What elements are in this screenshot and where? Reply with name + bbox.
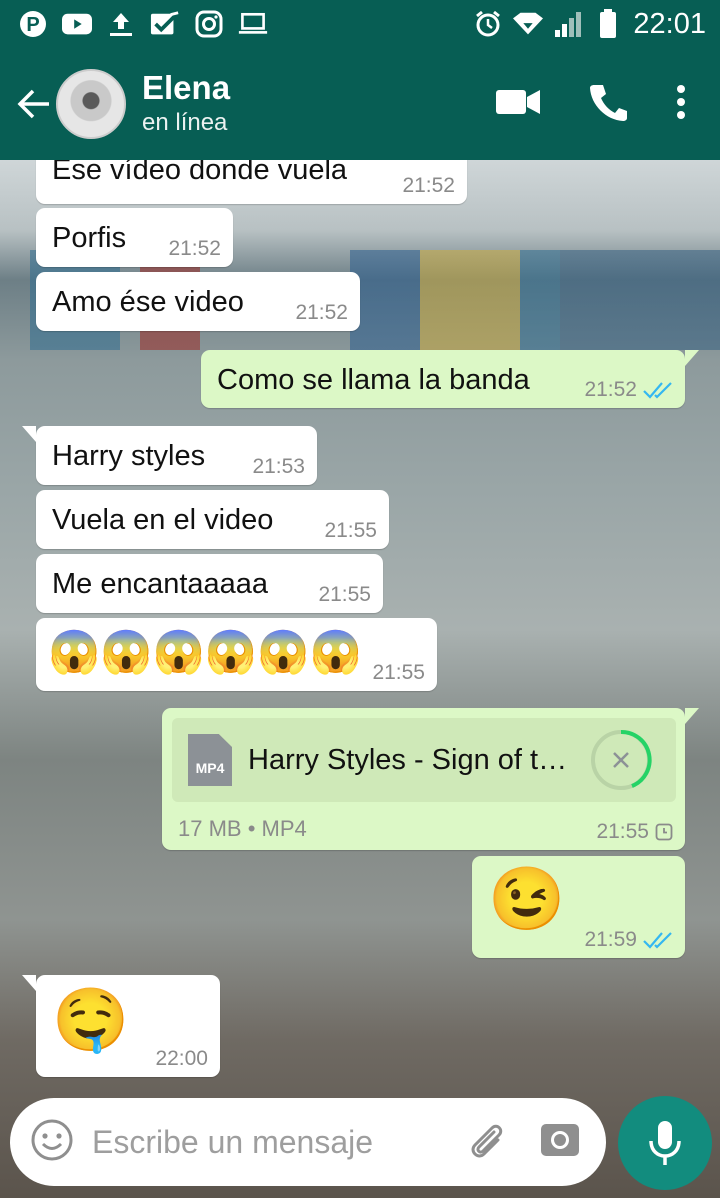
- clock-pending-icon: [655, 823, 673, 841]
- svg-text:P: P: [26, 14, 39, 36]
- message-text: Amo ése video: [52, 286, 244, 318]
- voice-message-button[interactable]: [618, 1096, 712, 1190]
- more-vert-icon: [677, 84, 685, 119]
- status-time: 22:01: [633, 7, 706, 40]
- voice-call-button[interactable]: [588, 82, 628, 127]
- message-text: Porfis: [52, 222, 127, 254]
- phone-icon: [590, 84, 627, 121]
- message-composer[interactable]: Escribe un mensaje: [10, 1098, 606, 1186]
- camera-icon: [541, 1123, 579, 1156]
- bubble-tail: [22, 975, 36, 991]
- message-incoming[interactable]: 😱😱😱😱😱😱 21:55: [36, 618, 437, 691]
- bubble-tail: [22, 426, 36, 442]
- message-text: Vuela en el video: [52, 504, 274, 536]
- file-message-outgoing[interactable]: MP4 Harry Styles - Sign of t… 17 MB • MP…: [162, 708, 699, 850]
- message-incoming[interactable]: 🤤 22:00: [22, 975, 220, 1077]
- message-text: Ese vídeo donde vuela: [52, 160, 348, 186]
- bubble-tail: [685, 350, 699, 366]
- signal-icon: [553, 9, 583, 39]
- message-emoji: 😉: [488, 865, 566, 934]
- alarm-icon: [473, 9, 503, 39]
- laptop-icon: [238, 9, 268, 39]
- file-name: Harry Styles - Sign of t…: [248, 743, 568, 776]
- double-check-read-icon: [643, 932, 672, 949]
- pinterest-icon: P: [18, 9, 48, 39]
- checkbox-icon: [150, 9, 180, 39]
- paperclip-icon: [471, 1124, 503, 1157]
- attach-button[interactable]: [464, 1118, 508, 1167]
- message-time: 22:00: [155, 1047, 208, 1070]
- back-button[interactable]: [14, 84, 54, 124]
- emoji-button[interactable]: [30, 1118, 74, 1167]
- message-incoming[interactable]: Ese vídeo donde vuela 21:52: [36, 160, 467, 204]
- message-time: 21:55: [318, 583, 371, 606]
- message-meta: 21:55: [596, 820, 673, 844]
- chat-header: Elena en línea: [0, 48, 720, 160]
- message-incoming[interactable]: Me encantaaaaa 21:55: [36, 554, 383, 613]
- message-time: 21:55: [596, 820, 649, 843]
- video-call-button[interactable]: [496, 87, 540, 122]
- more-options-button[interactable]: [676, 84, 686, 125]
- camera-button[interactable]: [540, 1120, 580, 1165]
- message-time: 21:55: [324, 519, 377, 542]
- mp4-file-icon: MP4: [188, 734, 232, 786]
- video-camera-icon: [496, 89, 540, 114]
- message-time: 21:55: [372, 661, 425, 684]
- message-text: Harry styles: [52, 440, 206, 472]
- message-time: 21:52: [168, 237, 221, 260]
- message-incoming[interactable]: Vuela en el video 21:55: [36, 490, 389, 549]
- smiley-icon: [31, 1119, 73, 1160]
- bubble-tail: [685, 708, 699, 724]
- contact-status: en línea: [142, 109, 228, 136]
- microphone-icon: [649, 1121, 681, 1165]
- message-time: 21:52: [402, 174, 455, 197]
- youtube-icon: [62, 9, 92, 39]
- instagram-icon: [194, 9, 224, 39]
- message-meta: 21:52: [584, 378, 673, 402]
- message-time: 21:52: [584, 378, 637, 401]
- message-text: Como se llama la banda: [217, 364, 530, 396]
- message-incoming[interactable]: Porfis 21:52: [36, 208, 233, 267]
- message-text: Me encantaaaaa: [52, 568, 269, 600]
- contact-info[interactable]: Elena en línea: [142, 69, 230, 139]
- arrow-left-icon: [17, 89, 49, 119]
- message-time: 21:53: [252, 455, 305, 478]
- upload-icon: [106, 9, 136, 39]
- message-incoming[interactable]: Harry styles 21:53: [22, 426, 317, 485]
- file-meta: 17 MB • MP4: [178, 816, 307, 841]
- contact-name: Elena: [142, 69, 231, 106]
- wifi-icon: [513, 9, 544, 39]
- avatar[interactable]: [56, 69, 126, 139]
- file-type-label: MP4: [195, 760, 225, 776]
- file-attachment[interactable]: MP4 Harry Styles - Sign of t…: [172, 718, 676, 802]
- message-time: 21:52: [295, 301, 348, 324]
- chat-area[interactable]: Ese vídeo donde vuela 21:52 Porfis 21:52…: [0, 160, 720, 1198]
- message-outgoing[interactable]: 😉 21:59: [472, 856, 685, 958]
- message-outgoing[interactable]: Como se llama la banda 21:52: [201, 350, 699, 408]
- message-incoming[interactable]: Amo ése video 21:52: [36, 272, 360, 331]
- message-emoji: 🤤: [52, 986, 130, 1055]
- message-emoji: 😱😱😱😱😱😱: [48, 628, 362, 675]
- message-meta: 21:59: [584, 928, 673, 952]
- double-check-read-icon: [643, 382, 672, 399]
- message-time: 21:59: [584, 928, 637, 951]
- message-input[interactable]: Escribe un mensaje: [92, 1124, 373, 1161]
- cancel-download-button[interactable]: [590, 729, 652, 791]
- battery-icon: [593, 9, 623, 39]
- status-bar: P 22:01: [0, 0, 720, 48]
